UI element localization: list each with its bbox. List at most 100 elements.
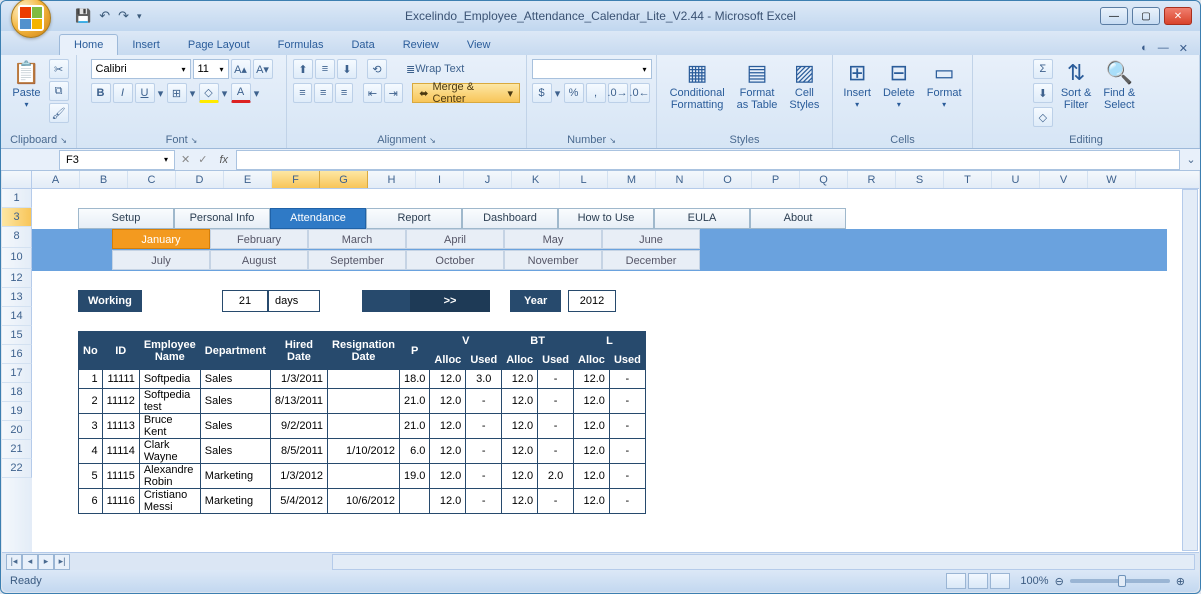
row-header-17[interactable]: 17 [2, 364, 32, 383]
decrease-decimal-button[interactable]: .0← [630, 83, 650, 103]
undo-icon[interactable]: ↶ [99, 8, 110, 24]
tab-review[interactable]: Review [389, 35, 453, 55]
name-box[interactable]: F3▾ [59, 150, 175, 170]
row-header-8[interactable]: 8 [2, 227, 32, 248]
decrease-indent-button[interactable]: ⇤ [363, 83, 382, 103]
month-january[interactable]: January [112, 229, 210, 249]
formula-input[interactable] [236, 150, 1180, 170]
zoom-level[interactable]: 100% [1020, 575, 1048, 587]
zoom-in-button[interactable]: ⊕ [1176, 575, 1185, 588]
table-row[interactable]: 611116Cristiano MessiMarketing5/4/201210… [79, 489, 646, 514]
tab-data[interactable]: Data [337, 35, 388, 55]
page-break-view-button[interactable] [990, 573, 1010, 589]
tab-home[interactable]: Home [59, 34, 118, 55]
col-header-V[interactable]: V [1040, 171, 1088, 188]
bold-button[interactable]: B [91, 83, 111, 103]
dialog-launcher-icon[interactable]: ↘ [429, 136, 436, 145]
paste-button[interactable]: 📋Paste▾ [8, 59, 44, 112]
cell-styles-button[interactable]: ▨Cell Styles [785, 59, 823, 113]
col-header-R[interactable]: R [848, 171, 896, 188]
next-sheet-button[interactable]: ▸ [38, 554, 54, 570]
month-september[interactable]: September [308, 250, 406, 270]
font-size-selector[interactable]: 11▾ [193, 59, 229, 79]
align-middle-button[interactable]: ≡ [315, 59, 335, 79]
dialog-launcher-icon[interactable]: ↘ [191, 136, 198, 145]
month-november[interactable]: November [504, 250, 602, 270]
increase-indent-button[interactable]: ⇥ [384, 83, 403, 103]
font-selector[interactable]: Calibri▾ [91, 59, 191, 79]
font-color-button[interactable]: A [231, 83, 251, 103]
align-top-button[interactable]: ⬆ [293, 59, 313, 79]
help-icon[interactable]: ◐ [1141, 42, 1148, 55]
zoom-out-button[interactable]: ⊖ [1055, 575, 1064, 588]
nav-dashboard[interactable]: Dashboard [462, 208, 558, 229]
col-header-O[interactable]: O [704, 171, 752, 188]
maximize-button[interactable]: ▢ [1132, 7, 1160, 25]
save-icon[interactable]: 💾 [75, 8, 91, 24]
table-row[interactable]: 211112Softpedia testSales8/13/201121.012… [79, 389, 646, 414]
vertical-scrollbar[interactable] [1182, 189, 1198, 551]
minimize-button[interactable]: — [1100, 7, 1128, 25]
column-headers[interactable]: ABCDEFGHIJKLMNOPQRSTUVW [2, 171, 1199, 189]
col-header-W[interactable]: W [1088, 171, 1136, 188]
table-row[interactable]: 111111SoftpediaSales1/3/201118.012.03.01… [79, 370, 646, 389]
row-header-20[interactable]: 20 [2, 421, 32, 440]
horizontal-scrollbar[interactable] [332, 554, 1195, 570]
grid-area[interactable]: SetupPersonal InfoAttendanceReportDashbo… [32, 189, 1199, 563]
align-left-button[interactable]: ≡ [293, 83, 312, 103]
align-center-button[interactable]: ≡ [314, 83, 333, 103]
last-sheet-button[interactable]: ▸| [54, 554, 70, 570]
row-header-16[interactable]: 16 [2, 345, 32, 364]
tab-insert[interactable]: Insert [118, 35, 174, 55]
align-bottom-button[interactable]: ⬇ [337, 59, 357, 79]
prev-button[interactable] [362, 290, 410, 312]
dialog-launcher-icon[interactable]: ↘ [609, 136, 616, 145]
copy-button[interactable]: ⧉ [49, 81, 69, 101]
col-header-Q[interactable]: Q [800, 171, 848, 188]
fx-icon[interactable]: fx [211, 154, 236, 166]
month-december[interactable]: December [602, 250, 700, 270]
fill-button[interactable]: ⬇ [1033, 83, 1053, 103]
percent-button[interactable]: % [564, 83, 584, 103]
col-header-K[interactable]: K [512, 171, 560, 188]
nav-eula[interactable]: EULA [654, 208, 750, 229]
doc-close-icon[interactable]: ✕ [1179, 42, 1188, 55]
nav-attendance[interactable]: Attendance [270, 208, 366, 229]
cut-button[interactable]: ✂ [49, 59, 69, 79]
format-as-table-button[interactable]: ▤Format as Table [733, 59, 782, 113]
row-headers[interactable]: 138101213141516171819202122 [2, 189, 32, 563]
nav-personal-info[interactable]: Personal Info [174, 208, 270, 229]
month-october[interactable]: October [406, 250, 504, 270]
row-header-14[interactable]: 14 [2, 307, 32, 326]
col-header-P[interactable]: P [752, 171, 800, 188]
tab-formulas[interactable]: Formulas [264, 35, 338, 55]
month-march[interactable]: March [308, 229, 406, 249]
col-header-J[interactable]: J [464, 171, 512, 188]
conditional-formatting-button[interactable]: ▦Conditional Formatting [666, 59, 729, 113]
month-august[interactable]: August [210, 250, 308, 270]
row-header-13[interactable]: 13 [2, 288, 32, 307]
find-select-button[interactable]: 🔍Find & Select [1099, 59, 1139, 113]
cancel-icon[interactable]: ✕ [177, 153, 194, 166]
col-header-F[interactable]: F [272, 171, 320, 188]
border-button[interactable]: ⊞ [167, 83, 187, 103]
row-header-12[interactable]: 12 [2, 269, 32, 288]
tab-view[interactable]: View [453, 35, 505, 55]
select-all-corner[interactable] [2, 171, 32, 188]
month-april[interactable]: April [406, 229, 504, 249]
nav-how-to-use[interactable]: How to Use [558, 208, 654, 229]
zoom-slider[interactable] [1070, 579, 1170, 583]
redo-icon[interactable]: ↷ [118, 8, 129, 24]
table-row[interactable]: 411114Clark WayneSales8/5/20111/10/20126… [79, 439, 646, 464]
tab-page-layout[interactable]: Page Layout [174, 35, 264, 55]
col-header-S[interactable]: S [896, 171, 944, 188]
col-header-N[interactable]: N [656, 171, 704, 188]
close-button[interactable]: ✕ [1164, 7, 1192, 25]
nav-report[interactable]: Report [366, 208, 462, 229]
col-header-G[interactable]: G [320, 171, 368, 188]
page-layout-view-button[interactable] [968, 573, 988, 589]
number-format-selector[interactable]: ▾ [532, 59, 652, 79]
col-header-I[interactable]: I [416, 171, 464, 188]
table-row[interactable]: 511115Alexandre RobinMarketing1/3/201219… [79, 464, 646, 489]
row-header-21[interactable]: 21 [2, 440, 32, 459]
